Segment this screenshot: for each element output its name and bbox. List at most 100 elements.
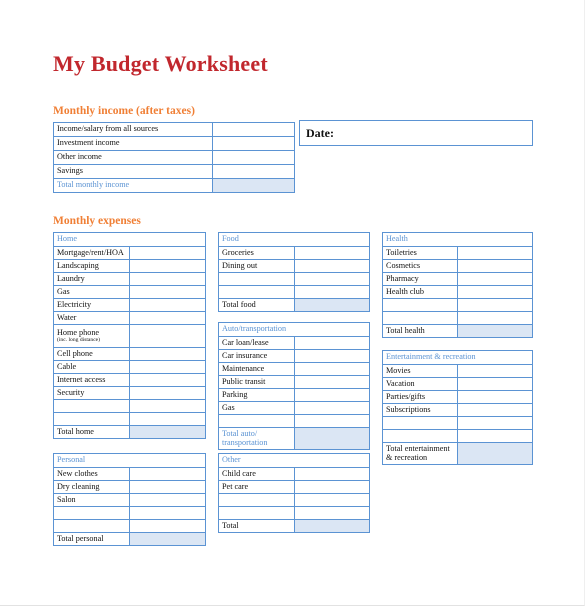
row-label: Pharmacy: [382, 272, 458, 286]
row-value-input[interactable]: [129, 298, 206, 312]
row-label[interactable]: [218, 272, 295, 286]
table-header-label: Home: [53, 232, 206, 247]
row-value-input[interactable]: [293, 414, 370, 428]
row-value-input[interactable]: [293, 506, 370, 520]
entertainment-recreation-expenses-table: Entertainment & recreation Movies Vacati…: [382, 350, 533, 465]
row-label: Cosmetics: [382, 259, 458, 273]
row-value-input[interactable]: [457, 416, 533, 430]
row-value-input[interactable]: [293, 362, 370, 376]
row-value-input[interactable]: [457, 246, 533, 260]
row-value-input[interactable]: [293, 259, 370, 273]
table-row: [218, 414, 370, 428]
row-label-main: Home phone: [57, 328, 100, 338]
table-row: Subscriptions: [382, 403, 533, 417]
row-label: Dining out: [218, 259, 295, 273]
row-label: Home phone (inc. long distance): [53, 324, 130, 348]
row-value-input[interactable]: [457, 377, 533, 391]
row-value-input[interactable]: [212, 164, 295, 179]
table-total-row: Total entertainment & recreation: [382, 442, 533, 465]
row-label[interactable]: [53, 399, 130, 413]
row-value-input[interactable]: [129, 467, 206, 481]
row-value-input[interactable]: [293, 401, 370, 415]
row-value-input[interactable]: [212, 136, 295, 151]
personal-expenses-table: Personal New clothes Dry cleaning Salon: [53, 453, 206, 546]
total-value-input[interactable]: [293, 427, 370, 450]
row-label: Parties/gifts: [382, 390, 458, 404]
table-header-row: Health: [382, 232, 533, 247]
table-row: Parking: [218, 388, 370, 402]
row-value-input[interactable]: [129, 373, 206, 387]
table-row: Maintenance: [218, 362, 370, 376]
row-label[interactable]: [382, 298, 458, 312]
row-label[interactable]: [218, 414, 295, 428]
row-value-input[interactable]: [212, 122, 295, 137]
row-value-input[interactable]: [129, 519, 206, 533]
row-value-input[interactable]: [129, 285, 206, 299]
total-label-line2: & recreation: [386, 452, 428, 462]
row-value-input[interactable]: [457, 364, 533, 378]
row-label[interactable]: [218, 493, 295, 507]
row-label[interactable]: [218, 285, 295, 299]
row-label[interactable]: [382, 416, 458, 430]
total-value-input[interactable]: [293, 298, 370, 312]
row-value-input[interactable]: [129, 480, 206, 494]
total-value-input[interactable]: [212, 178, 295, 193]
row-value-input[interactable]: [129, 506, 206, 520]
total-label: Total monthly income: [53, 178, 213, 193]
row-value-input[interactable]: [129, 259, 206, 273]
row-value-input[interactable]: [457, 311, 533, 325]
row-value-input[interactable]: [293, 246, 370, 260]
row-value-input[interactable]: [129, 324, 206, 348]
total-value-input[interactable]: [293, 519, 370, 533]
row-value-input[interactable]: [457, 272, 533, 286]
total-value-input[interactable]: [457, 442, 533, 465]
row-label[interactable]: [382, 429, 458, 443]
row-label[interactable]: [53, 519, 130, 533]
row-value-input[interactable]: [457, 429, 533, 443]
table-row: Salon: [53, 493, 206, 507]
row-value-input[interactable]: [293, 467, 370, 481]
row-value-input[interactable]: [129, 347, 206, 361]
table-row: [53, 412, 206, 426]
row-value-input[interactable]: [129, 246, 206, 260]
row-value-input[interactable]: [457, 259, 533, 273]
date-field[interactable]: Date:: [299, 120, 533, 146]
table-row: Toiletries: [382, 246, 533, 260]
row-value-input[interactable]: [457, 298, 533, 312]
row-value-input[interactable]: [293, 493, 370, 507]
total-value-input[interactable]: [129, 425, 206, 439]
row-value-input[interactable]: [293, 375, 370, 389]
row-value-input[interactable]: [129, 311, 206, 325]
row-label: Security: [53, 386, 130, 400]
row-value-input[interactable]: [129, 493, 206, 507]
row-label: Cell phone: [53, 347, 130, 361]
row-value-input[interactable]: [293, 272, 370, 286]
row-label: Landscaping: [53, 259, 130, 273]
row-value-input[interactable]: [293, 388, 370, 402]
auto-transportation-expenses-table: Auto/transportation Car loan/lease Car i…: [218, 322, 370, 450]
row-value-input[interactable]: [457, 390, 533, 404]
total-value-input[interactable]: [457, 324, 533, 338]
row-value-input[interactable]: [129, 272, 206, 286]
row-value-input[interactable]: [212, 150, 295, 165]
row-value-input[interactable]: [293, 349, 370, 363]
row-label[interactable]: [218, 506, 295, 520]
row-label[interactable]: [53, 412, 130, 426]
table-row: Cable: [53, 360, 206, 374]
row-value-input[interactable]: [293, 336, 370, 350]
row-value-input[interactable]: [129, 412, 206, 426]
row-value-input[interactable]: [129, 386, 206, 400]
total-value-input[interactable]: [129, 532, 206, 546]
table-header-label: Other: [218, 453, 370, 468]
row-value-input[interactable]: [457, 285, 533, 299]
row-label-sublabel: (inc. long distance): [57, 336, 101, 343]
row-label: Maintenance: [218, 362, 295, 376]
table-header-label: Entertainment & recreation: [382, 350, 533, 365]
row-value-input[interactable]: [129, 360, 206, 374]
row-value-input[interactable]: [293, 285, 370, 299]
row-value-input[interactable]: [293, 480, 370, 494]
row-label[interactable]: [382, 311, 458, 325]
row-label[interactable]: [53, 506, 130, 520]
row-value-input[interactable]: [129, 399, 206, 413]
row-value-input[interactable]: [457, 403, 533, 417]
